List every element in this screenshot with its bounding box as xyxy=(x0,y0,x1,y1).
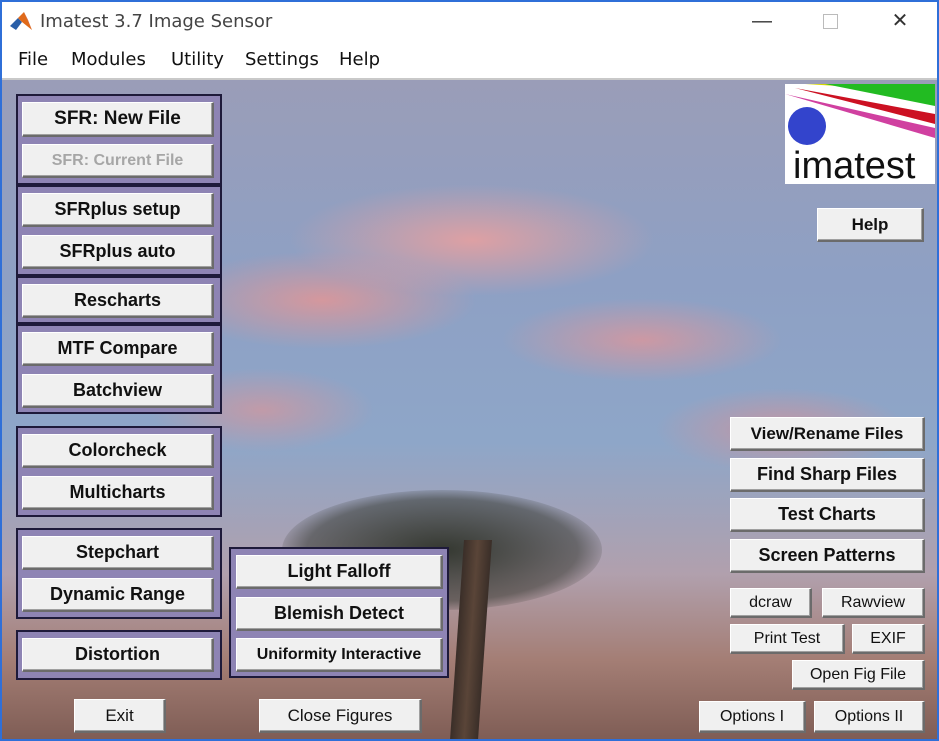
blemish-detect-button[interactable]: Blemish Detect xyxy=(236,597,443,631)
batchview-button[interactable]: Batchview xyxy=(22,374,214,408)
minimize-icon[interactable]: — xyxy=(740,6,784,36)
title-bar: Imatest 3.7 Image Sensor — ✕ xyxy=(2,2,937,40)
dcraw-button[interactable]: dcraw xyxy=(730,588,812,618)
window-title: Imatest 3.7 Image Sensor xyxy=(40,11,273,32)
group-uniformity: Light Falloff Blemish Detect Uniformity … xyxy=(229,547,449,678)
print-test-button[interactable]: Print Test xyxy=(730,624,845,654)
sfr-current-file-button[interactable]: SFR: Current File xyxy=(22,144,214,178)
sfr-new-file-button[interactable]: SFR: New File xyxy=(22,102,214,137)
close-icon[interactable]: ✕ xyxy=(878,6,922,36)
help-button[interactable]: Help xyxy=(817,208,924,242)
maximize-icon[interactable] xyxy=(808,6,852,36)
view-rename-files-button[interactable]: View/Rename Files xyxy=(730,417,925,451)
mtf-compare-button[interactable]: MTF Compare xyxy=(22,332,214,366)
logo-text: imatest xyxy=(793,145,916,184)
group-mtf: MTF Compare Batchview xyxy=(16,324,222,414)
sfrplus-auto-button[interactable]: SFRplus auto xyxy=(22,235,214,269)
options-i-button[interactable]: Options I xyxy=(699,701,806,733)
group-sfrplus: SFRplus setup SFRplus auto xyxy=(16,185,222,276)
distortion-button[interactable]: Distortion xyxy=(22,638,214,672)
exif-button[interactable]: EXIF xyxy=(852,624,925,654)
imatest-logo: imatest xyxy=(785,84,935,184)
dynamic-range-button[interactable]: Dynamic Range xyxy=(22,578,214,612)
rescharts-button[interactable]: Rescharts xyxy=(22,284,214,318)
find-sharp-files-button[interactable]: Find Sharp Files xyxy=(730,458,925,492)
stepchart-button[interactable]: Stepchart xyxy=(22,536,214,570)
close-figures-button[interactable]: Close Figures xyxy=(259,699,422,733)
menu-modules[interactable]: Modules xyxy=(71,49,146,70)
colorcheck-button[interactable]: Colorcheck xyxy=(22,434,214,468)
exit-button[interactable]: Exit xyxy=(74,699,166,733)
menu-utility[interactable]: Utility xyxy=(171,49,224,70)
group-distortion: Distortion xyxy=(16,630,222,680)
app-window: Imatest 3.7 Image Sensor — ✕ File Module… xyxy=(0,0,939,741)
screen-patterns-button[interactable]: Screen Patterns xyxy=(730,539,925,573)
test-charts-button[interactable]: Test Charts xyxy=(730,498,925,532)
group-sfr: SFR: New File SFR: Current File xyxy=(16,94,222,185)
menu-help[interactable]: Help xyxy=(339,49,380,70)
rawview-button[interactable]: Rawview xyxy=(822,588,925,618)
group-color: Colorcheck Multicharts xyxy=(16,426,222,517)
imatest-logo-graphic: imatest xyxy=(785,84,935,184)
uniformity-interactive-button[interactable]: Uniformity Interactive xyxy=(236,638,443,672)
options-ii-button[interactable]: Options II xyxy=(814,701,925,733)
light-falloff-button[interactable]: Light Falloff xyxy=(236,555,443,589)
group-rescharts: Rescharts xyxy=(16,276,222,324)
open-fig-file-button[interactable]: Open Fig File xyxy=(792,660,925,690)
multicharts-button[interactable]: Multicharts xyxy=(22,476,214,510)
menu-bar: File Modules Utility Settings Help xyxy=(2,42,937,80)
menu-settings[interactable]: Settings xyxy=(245,49,319,70)
menu-file[interactable]: File xyxy=(18,49,48,70)
group-stepchart: Stepchart Dynamic Range xyxy=(16,528,222,619)
sfrplus-setup-button[interactable]: SFRplus setup xyxy=(22,193,214,227)
matlab-app-icon xyxy=(10,12,32,30)
